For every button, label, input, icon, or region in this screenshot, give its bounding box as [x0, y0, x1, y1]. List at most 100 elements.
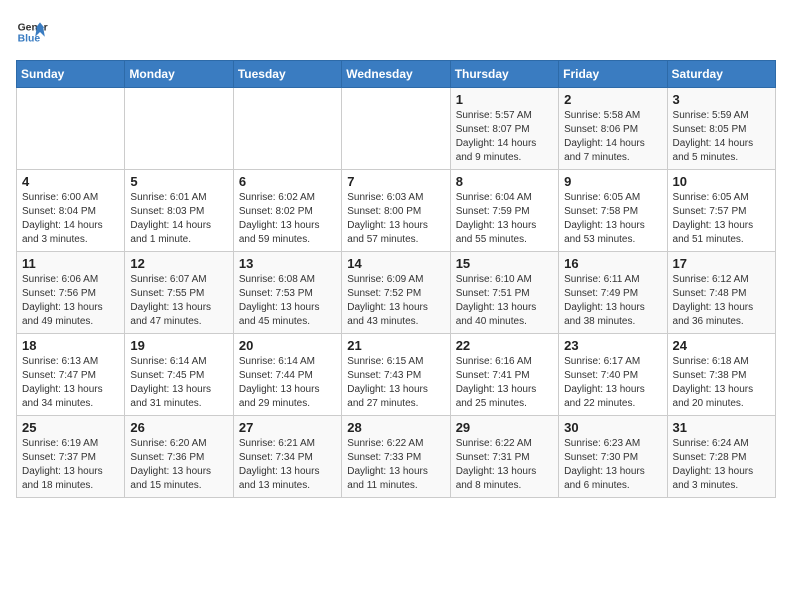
calendar-cell: 20 Sunrise: 6:14 AM Sunset: 7:44 PM Dayli…: [233, 334, 341, 416]
day-info: Sunrise: 6:19 AM Sunset: 7:37 PM Dayligh…: [22, 437, 119, 493]
calendar-cell: 13 Sunrise: 6:08 AM Sunset: 7:53 PM Dayli…: [233, 252, 341, 334]
day-info: Sunrise: 6:07 AM Sunset: 7:55 PM Dayligh…: [130, 273, 227, 329]
day-number: 1: [456, 92, 553, 107]
day-info: Sunrise: 6:17 AM Sunset: 7:40 PM Dayligh…: [564, 355, 661, 411]
calendar-cell: 2 Sunrise: 5:58 AM Sunset: 8:06 PM Daylig…: [559, 88, 667, 170]
day-info: Sunrise: 6:04 AM Sunset: 7:59 PM Dayligh…: [456, 191, 553, 247]
weekday-header-monday: Monday: [125, 61, 233, 88]
calendar-cell: 24 Sunrise: 6:18 AM Sunset: 7:38 PM Dayli…: [667, 334, 775, 416]
day-info: Sunrise: 6:23 AM Sunset: 7:30 PM Dayligh…: [564, 437, 661, 493]
day-number: 25: [22, 420, 119, 435]
day-number: 21: [347, 338, 444, 353]
calendar-cell: 25 Sunrise: 6:19 AM Sunset: 7:37 PM Dayli…: [17, 416, 125, 498]
weekday-header-thursday: Thursday: [450, 61, 558, 88]
day-number: 4: [22, 174, 119, 189]
day-number: 16: [564, 256, 661, 271]
calendar-week-3: 11Sunrise: 6:06 AM Sunset: 7:56 PM Dayli…: [17, 252, 776, 334]
day-info: Sunrise: 6:22 AM Sunset: 7:33 PM Dayligh…: [347, 437, 444, 493]
day-number: 17: [673, 256, 770, 271]
calendar-cell: [125, 88, 233, 170]
calendar-cell: 18Sunrise: 6:13 AM Sunset: 7:47 PM Dayli…: [17, 334, 125, 416]
calendar-cell: 7Sunrise: 6:03 AM Sunset: 8:00 PM Daylig…: [342, 170, 450, 252]
day-info: Sunrise: 6:14 AM Sunset: 7:45 PM Dayligh…: [130, 355, 227, 411]
day-number: 5: [130, 174, 227, 189]
calendar-cell: [17, 88, 125, 170]
day-info: Sunrise: 6:14 AM Sunset: 7:44 PM Dayligh…: [239, 355, 336, 411]
weekday-header-sunday: Sunday: [17, 61, 125, 88]
day-info: Sunrise: 6:08 AM Sunset: 7:53 PM Dayligh…: [239, 273, 336, 329]
day-number: 2: [564, 92, 661, 107]
calendar-cell: [342, 88, 450, 170]
calendar-week-4: 18Sunrise: 6:13 AM Sunset: 7:47 PM Dayli…: [17, 334, 776, 416]
calendar-week-5: 25 Sunrise: 6:19 AM Sunset: 7:37 PM Dayli…: [17, 416, 776, 498]
day-info: Sunrise: 6:02 AM Sunset: 8:02 PM Dayligh…: [239, 191, 336, 247]
logo-icon: General Blue: [16, 16, 48, 48]
calendar-cell: 27 Sunrise: 6:21 AM Sunset: 7:34 PM Dayli…: [233, 416, 341, 498]
calendar-week-2: 4 Sunrise: 6:00 AM Sunset: 8:04 PM Daylig…: [17, 170, 776, 252]
day-info: Sunrise: 6:13 AM Sunset: 7:47 PM Dayligh…: [22, 355, 119, 411]
day-number: 3: [673, 92, 770, 107]
svg-text:Blue: Blue: [18, 34, 41, 45]
day-info: Sunrise: 6:24 AM Sunset: 7:28 PM Dayligh…: [673, 437, 770, 493]
day-info: Sunrise: 6:18 AM Sunset: 7:38 PM Dayligh…: [673, 355, 770, 411]
day-number: 22: [456, 338, 553, 353]
day-info: Sunrise: 6:15 AM Sunset: 7:43 PM Dayligh…: [347, 355, 444, 411]
weekday-header-saturday: Saturday: [667, 61, 775, 88]
calendar-cell: 12 Sunrise: 6:07 AM Sunset: 7:55 PM Dayli…: [125, 252, 233, 334]
calendar-cell: 17 Sunrise: 6:12 AM Sunset: 7:48 PM Dayli…: [667, 252, 775, 334]
day-info: Sunrise: 5:59 AM Sunset: 8:05 PM Dayligh…: [673, 109, 770, 165]
day-number: 28: [347, 420, 444, 435]
calendar-cell: 1 Sunrise: 5:57 AM Sunset: 8:07 PM Daylig…: [450, 88, 558, 170]
day-info: Sunrise: 5:57 AM Sunset: 8:07 PM Dayligh…: [456, 109, 553, 165]
calendar-cell: 15Sunrise: 6:10 AM Sunset: 7:51 PM Dayli…: [450, 252, 558, 334]
day-info: Sunrise: 6:16 AM Sunset: 7:41 PM Dayligh…: [456, 355, 553, 411]
day-number: 13: [239, 256, 336, 271]
calendar-cell: 6Sunrise: 6:02 AM Sunset: 8:02 PM Daylig…: [233, 170, 341, 252]
day-info: Sunrise: 6:12 AM Sunset: 7:48 PM Dayligh…: [673, 273, 770, 329]
calendar-cell: [233, 88, 341, 170]
day-number: 24: [673, 338, 770, 353]
day-number: 23: [564, 338, 661, 353]
day-number: 29: [456, 420, 553, 435]
calendar-cell: 8 Sunrise: 6:04 AM Sunset: 7:59 PM Daylig…: [450, 170, 558, 252]
day-number: 14: [347, 256, 444, 271]
calendar-cell: 10 Sunrise: 6:05 AM Sunset: 7:57 PM Dayli…: [667, 170, 775, 252]
calendar-cell: 9 Sunrise: 6:05 AM Sunset: 7:58 PM Daylig…: [559, 170, 667, 252]
day-info: Sunrise: 6:22 AM Sunset: 7:31 PM Dayligh…: [456, 437, 553, 493]
day-info: Sunrise: 5:58 AM Sunset: 8:06 PM Dayligh…: [564, 109, 661, 165]
calendar-cell: 30 Sunrise: 6:23 AM Sunset: 7:30 PM Dayli…: [559, 416, 667, 498]
day-number: 12: [130, 256, 227, 271]
day-number: 9: [564, 174, 661, 189]
day-number: 10: [673, 174, 770, 189]
calendar-cell: 5 Sunrise: 6:01 AM Sunset: 8:03 PM Daylig…: [125, 170, 233, 252]
calendar-cell: 3 Sunrise: 5:59 AM Sunset: 8:05 PM Daylig…: [667, 88, 775, 170]
calendar-cell: 21 Sunrise: 6:15 AM Sunset: 7:43 PM Dayli…: [342, 334, 450, 416]
day-number: 27: [239, 420, 336, 435]
calendar-cell: 11Sunrise: 6:06 AM Sunset: 7:56 PM Dayli…: [17, 252, 125, 334]
day-info: Sunrise: 6:10 AM Sunset: 7:51 PM Dayligh…: [456, 273, 553, 329]
weekday-header-wednesday: Wednesday: [342, 61, 450, 88]
day-number: 30: [564, 420, 661, 435]
calendar-table: SundayMondayTuesdayWednesdayThursdayFrid…: [16, 60, 776, 498]
day-info: Sunrise: 6:11 AM Sunset: 7:49 PM Dayligh…: [564, 273, 661, 329]
day-number: 20: [239, 338, 336, 353]
weekday-header-tuesday: Tuesday: [233, 61, 341, 88]
day-info: Sunrise: 6:20 AM Sunset: 7:36 PM Dayligh…: [130, 437, 227, 493]
calendar-cell: 31Sunrise: 6:24 AM Sunset: 7:28 PM Dayli…: [667, 416, 775, 498]
day-info: Sunrise: 6:09 AM Sunset: 7:52 PM Dayligh…: [347, 273, 444, 329]
day-info: Sunrise: 6:05 AM Sunset: 7:58 PM Dayligh…: [564, 191, 661, 247]
day-info: Sunrise: 6:00 AM Sunset: 8:04 PM Dayligh…: [22, 191, 119, 247]
day-number: 8: [456, 174, 553, 189]
weekday-header-row: SundayMondayTuesdayWednesdayThursdayFrid…: [17, 61, 776, 88]
calendar-cell: 23 Sunrise: 6:17 AM Sunset: 7:40 PM Dayli…: [559, 334, 667, 416]
day-info: Sunrise: 6:21 AM Sunset: 7:34 PM Dayligh…: [239, 437, 336, 493]
calendar-cell: 4 Sunrise: 6:00 AM Sunset: 8:04 PM Daylig…: [17, 170, 125, 252]
calendar-cell: 16 Sunrise: 6:11 AM Sunset: 7:49 PM Dayli…: [559, 252, 667, 334]
day-info: Sunrise: 6:01 AM Sunset: 8:03 PM Dayligh…: [130, 191, 227, 247]
calendar-cell: 22 Sunrise: 6:16 AM Sunset: 7:41 PM Dayli…: [450, 334, 558, 416]
day-number: 19: [130, 338, 227, 353]
calendar-cell: 19 Sunrise: 6:14 AM Sunset: 7:45 PM Dayli…: [125, 334, 233, 416]
day-number: 26: [130, 420, 227, 435]
calendar-cell: 29 Sunrise: 6:22 AM Sunset: 7:31 PM Dayli…: [450, 416, 558, 498]
day-info: Sunrise: 6:05 AM Sunset: 7:57 PM Dayligh…: [673, 191, 770, 247]
